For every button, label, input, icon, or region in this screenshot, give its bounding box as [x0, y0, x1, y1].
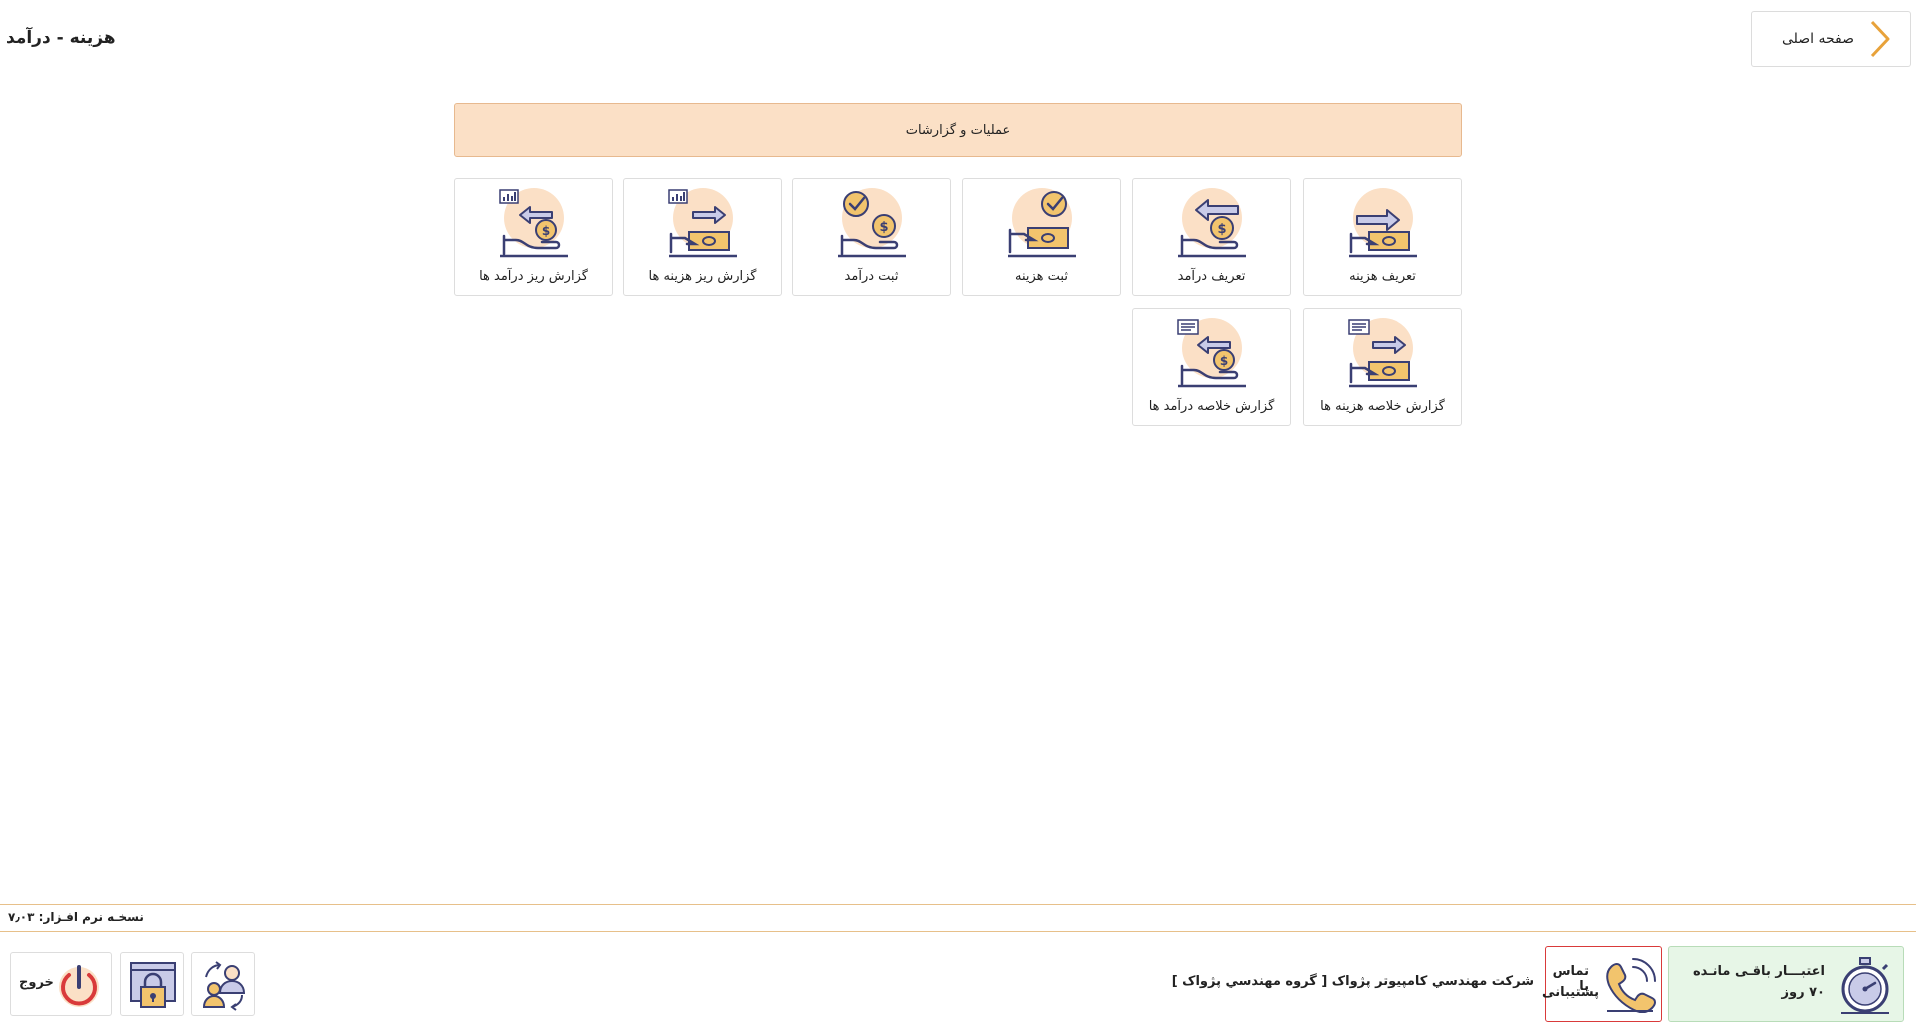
- svg-text:$: $: [1219, 354, 1227, 368]
- phone-icon: [1606, 958, 1656, 1013]
- tile-label: گزارش خلاصه هزینه ها: [1320, 399, 1445, 414]
- power-icon: [59, 965, 99, 1007]
- tile-label: تعریف هزینه: [1349, 269, 1416, 284]
- app-page: هزینه - درآمد صفحه اصلی عملیات و گزارشات…: [0, 0, 1916, 1029]
- tile-label: تعریف درآمد: [1177, 269, 1246, 284]
- lock-screen-button[interactable]: [120, 952, 184, 1016]
- tile-income-detail-report[interactable]: $ گزارش ریز درآمد ها: [454, 178, 613, 296]
- switch-user-button[interactable]: [191, 952, 255, 1016]
- credit-remaining-card: اعتبـــار باقـی مانـده ۷۰ روز: [1668, 946, 1904, 1022]
- support-label-line2: پشتیبانی: [1542, 985, 1599, 1000]
- contact-support-button[interactable]: تماس با پشتیبانی: [1542, 946, 1662, 1022]
- chevron-right-icon: [1870, 20, 1890, 58]
- tile-label: ثبت هزینه: [1015, 269, 1068, 284]
- define-income-icon: $: [1177, 188, 1246, 258]
- svg-text:$: $: [879, 220, 888, 235]
- home-button[interactable]: صفحه اصلی: [1751, 11, 1911, 67]
- tile-income-summary-report[interactable]: $ گزارش خلاصه درآمد ها: [1132, 308, 1291, 426]
- software-version: نسخـه نرم افـزار: ۷٫۰۳: [8, 910, 144, 924]
- svg-text:$: $: [1217, 222, 1226, 237]
- expense-detail-report-icon: [667, 188, 737, 258]
- section-banner: عملیات و گزارشات: [454, 103, 1462, 157]
- lock-icon: [130, 962, 176, 1008]
- tile-label: گزارش خلاصه درآمد ها: [1148, 399, 1275, 414]
- income-summary-report-icon: $: [1176, 318, 1246, 388]
- svg-text:$: $: [541, 224, 549, 238]
- register-expense-icon: [1007, 188, 1076, 258]
- switch-user-icon: [202, 961, 246, 1011]
- tile-expense-summary-report[interactable]: گزارش خلاصه هزینه ها: [1303, 308, 1462, 426]
- tile-register-income[interactable]: $ ثبت درآمد: [792, 178, 951, 296]
- expense-summary-report-icon: [1347, 318, 1417, 388]
- exit-button[interactable]: خروج: [10, 952, 112, 1016]
- income-detail-report-icon: $: [498, 188, 568, 258]
- credit-days: ۷۰ روز: [1781, 985, 1825, 1000]
- page-title: هزینه - درآمد: [6, 28, 116, 48]
- stopwatch-icon: [1841, 957, 1889, 1014]
- company-name: شرکت مهندسي کامپيوتر پژواک [ گروه مهندسي…: [1171, 974, 1534, 989]
- tile-define-expense[interactable]: تعریف هزینه: [1303, 178, 1462, 296]
- tile-label: ثبت درآمد: [844, 269, 899, 284]
- exit-label: خروج: [19, 975, 54, 990]
- define-expense-icon: [1348, 188, 1417, 258]
- home-button-label: صفحه اصلی: [1781, 31, 1854, 47]
- tile-label: گزارش ریز درآمد ها: [479, 269, 588, 284]
- tile-register-expense[interactable]: ثبت هزینه: [962, 178, 1121, 296]
- tile-define-income[interactable]: $ تعریف درآمد: [1132, 178, 1291, 296]
- tile-label: گزارش ریز هزینه ها: [648, 269, 757, 284]
- tile-expense-detail-report[interactable]: گزارش ریز هزینه ها: [623, 178, 782, 296]
- version-bar: نسخـه نرم افـزار: ۷٫۰۳: [0, 904, 1916, 932]
- credit-label: اعتبـــار باقـی مانـده: [1692, 964, 1825, 979]
- register-income-icon: $: [837, 188, 906, 258]
